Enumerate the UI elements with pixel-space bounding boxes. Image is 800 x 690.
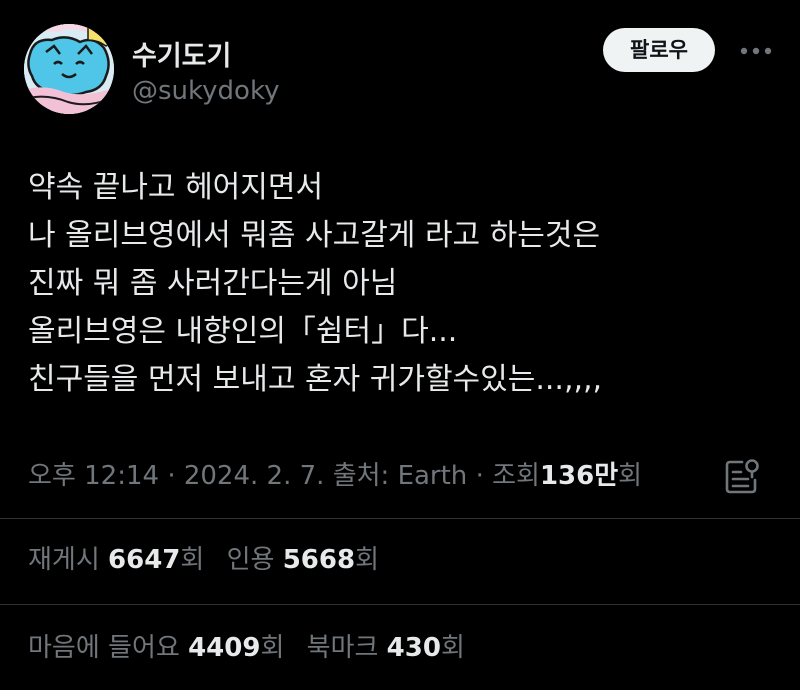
tweet-line: 나 올리브영에서 뭐좀 사고갈게 라고 하는것은 xyxy=(28,218,601,253)
tweet-date[interactable]: 2024. 2. 7. xyxy=(184,461,325,491)
tweet-metadata: 오후 12:14 · 2024. 2. 7. 출처: Earth · 조회136… xyxy=(28,456,708,496)
bookmarks-unit: 회 xyxy=(440,633,465,663)
tweet-time[interactable]: 오후 12:14 xyxy=(28,461,159,491)
likes-stat[interactable]: 마음에 들어요 4409회 xyxy=(28,628,284,668)
display-name[interactable]: 수기도기 xyxy=(132,34,231,73)
tweet-line: 친구들을 먼저 보내고 혼자 귀가할수있는...,,,, xyxy=(28,362,603,397)
views-unit: 회 xyxy=(618,461,643,491)
views-count: 136만 xyxy=(539,461,619,491)
reposts-count: 6647 xyxy=(108,545,181,575)
quotes-label: 인용 xyxy=(226,545,275,575)
meta-separator: · xyxy=(167,461,176,491)
bookmarks-label: 북마크 xyxy=(306,633,379,663)
likes-count: 4409 xyxy=(188,633,261,663)
quotes-count: 5668 xyxy=(282,545,356,575)
tweet-text: 약속 끝나고 헤어지면서 나 올리브영에서 뭐좀 사고갈게 라고 하는것은 진짜… xyxy=(28,164,768,404)
meta-separator: · xyxy=(475,461,484,491)
user-handle[interactable]: @sukydoky xyxy=(132,76,279,106)
bookmarks-stat[interactable]: 북마크 430회 xyxy=(307,628,465,668)
quotes-stat[interactable]: 인용 5668회 xyxy=(227,540,379,580)
analytics-icon xyxy=(725,459,759,494)
tweet-line: 약속 끝나고 헤어지면서 xyxy=(28,170,324,205)
stats-row-engagement: 재게시 6647회 인용 5668회 xyxy=(28,540,393,580)
avatar[interactable] xyxy=(24,24,114,114)
reposts-label: 재게시 xyxy=(28,545,100,575)
tweet-line: 올리브영은 내향인의「쉼터」다... xyxy=(28,314,458,349)
likes-unit: 회 xyxy=(260,633,285,663)
stats-row-likes: 마음에 들어요 4409회 북마크 430회 xyxy=(28,628,479,668)
tweet-header: 수기도기 @sukydoky 팔로우 xyxy=(24,24,776,116)
avatar-image xyxy=(24,24,114,114)
divider xyxy=(0,604,800,605)
analytics-button[interactable] xyxy=(722,456,764,498)
likes-label: 마음에 들어요 xyxy=(28,633,180,663)
follow-button[interactable]: 팔로우 xyxy=(603,28,715,72)
reposts-unit: 회 xyxy=(180,545,205,575)
quotes-unit: 회 xyxy=(355,545,379,575)
divider xyxy=(0,518,800,519)
source-name: Earth xyxy=(397,461,468,491)
tweet-line: 진짜 뭐 좀 사러간다는게 아님 xyxy=(28,266,398,301)
views-label: 조회 xyxy=(492,461,540,491)
more-horizontal-icon xyxy=(740,47,772,55)
bookmarks-count: 430 xyxy=(386,633,441,663)
more-options-button[interactable] xyxy=(736,38,776,64)
source-label: 출처: xyxy=(332,461,390,491)
reposts-stat[interactable]: 재게시 6647회 xyxy=(28,540,204,580)
